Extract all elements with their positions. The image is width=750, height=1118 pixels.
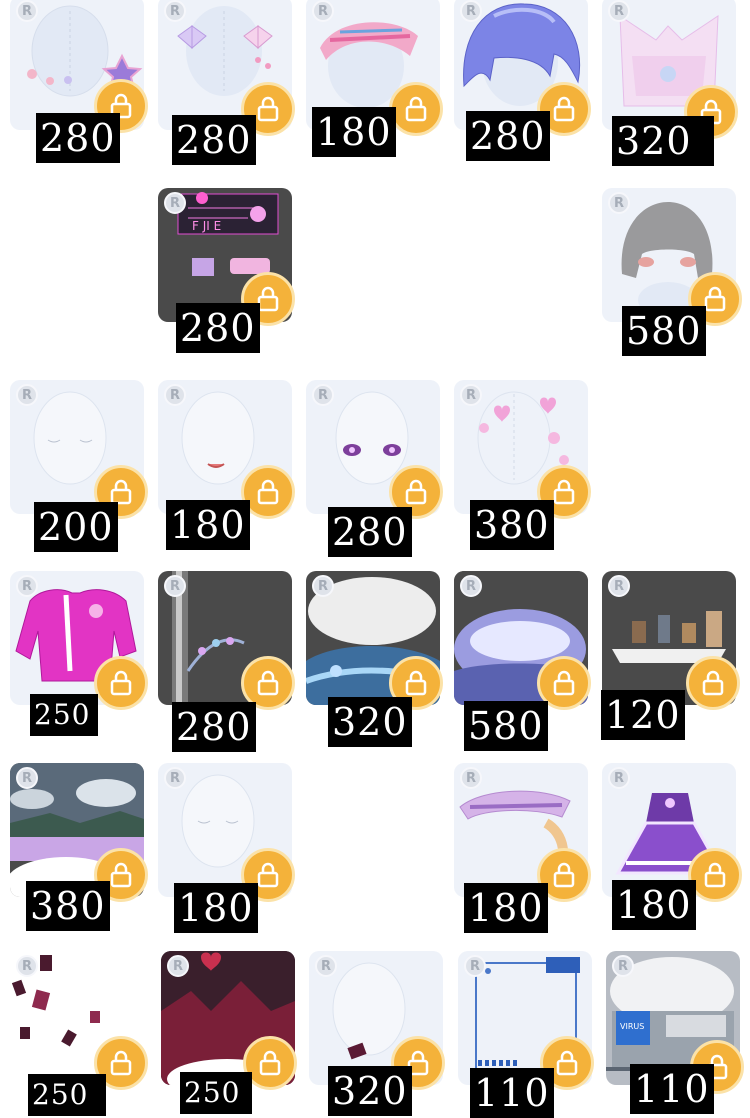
rarity-badge: R xyxy=(16,575,38,597)
price-label: 380 xyxy=(470,500,554,550)
svg-text:VIRUS: VIRUS xyxy=(620,1022,644,1031)
price-label: 120 xyxy=(601,690,685,740)
rarity-badge: R xyxy=(164,192,186,214)
rarity-badge: R xyxy=(164,575,186,597)
price-label: 280 xyxy=(172,115,256,165)
price-label: 280 xyxy=(466,111,550,161)
svg-text:F JI E: F JI E xyxy=(192,219,221,233)
rarity-badge: R xyxy=(608,192,630,214)
price-label: 250 xyxy=(28,1074,106,1116)
price-label: 320 xyxy=(612,116,714,166)
price-label: 280 xyxy=(328,507,412,557)
rarity-badge: R xyxy=(612,955,634,977)
price-label: 280 xyxy=(36,113,120,163)
price-label: 320 xyxy=(328,1066,412,1116)
lock-icon xyxy=(389,82,443,136)
price-label: 200 xyxy=(34,502,118,552)
price-label: 110 xyxy=(470,1068,554,1118)
rarity-badge: R xyxy=(608,0,630,22)
rarity-badge: R xyxy=(167,955,189,977)
lock-icon xyxy=(686,656,740,710)
rarity-badge: R xyxy=(464,955,486,977)
price-label: 380 xyxy=(26,881,110,931)
rarity-badge: R xyxy=(16,955,38,977)
rarity-badge: R xyxy=(312,384,334,406)
price-label: 180 xyxy=(166,500,250,550)
price-label: 250 xyxy=(30,694,98,736)
item-grid: R 280 R 280 R 180 R 280 R 320 F JI E R 2… xyxy=(0,0,750,1118)
price-label: 280 xyxy=(176,303,260,353)
rarity-badge: R xyxy=(164,0,186,22)
rarity-badge: R xyxy=(315,955,337,977)
rarity-badge: R xyxy=(460,0,482,22)
price-label: 320 xyxy=(328,697,412,747)
rarity-badge: R xyxy=(608,767,630,789)
rarity-badge: R xyxy=(164,767,186,789)
lock-icon xyxy=(94,656,148,710)
rarity-badge: R xyxy=(16,0,38,22)
rarity-badge: R xyxy=(460,575,482,597)
rarity-badge: R xyxy=(460,767,482,789)
lock-icon xyxy=(688,848,742,902)
price-label: 580 xyxy=(464,701,548,751)
price-label: 580 xyxy=(622,306,706,356)
price-label: 180 xyxy=(612,880,696,930)
price-label: 250 xyxy=(180,1072,252,1114)
price-label: 280 xyxy=(172,702,256,752)
rarity-badge: R xyxy=(460,384,482,406)
rarity-badge: R xyxy=(608,575,630,597)
price-label: 180 xyxy=(174,883,258,933)
rarity-badge: R xyxy=(312,575,334,597)
price-label: 180 xyxy=(464,883,548,933)
rarity-badge: R xyxy=(16,384,38,406)
price-label: 180 xyxy=(312,107,396,157)
rarity-badge: R xyxy=(16,767,38,789)
price-label: 110 xyxy=(630,1064,714,1114)
rarity-badge: R xyxy=(312,0,334,22)
rarity-badge: R xyxy=(164,384,186,406)
